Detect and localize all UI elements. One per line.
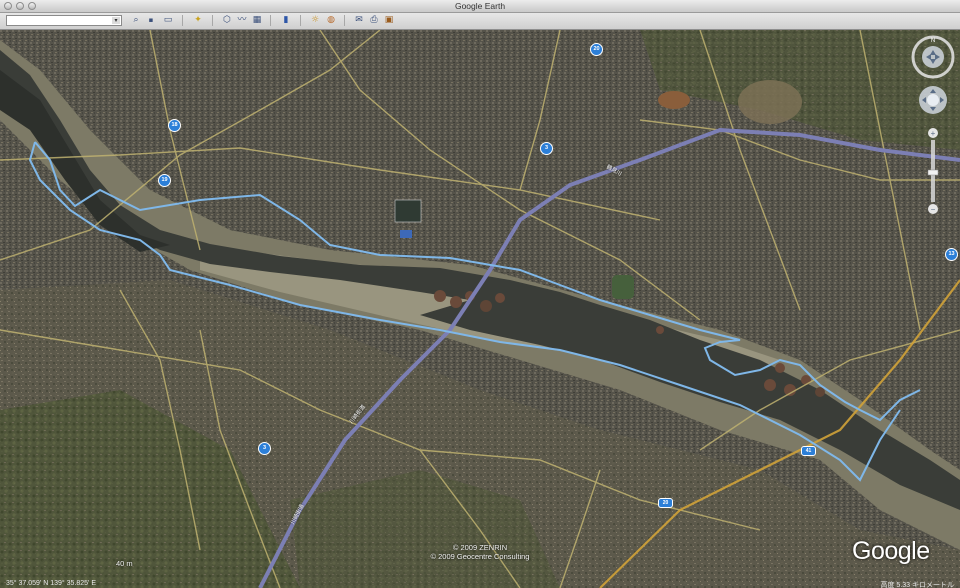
satellite-imagery[interactable] [0,30,960,588]
athletic-track [658,91,690,109]
route-badge: 3 [258,442,271,455]
search-options-icon[interactable]: ▪ [146,15,156,26]
google-logo: Google [852,537,930,565]
blue-roof [400,230,412,238]
route-badge: 18 [168,119,181,132]
toolbar-divider [344,15,345,26]
zoom-in-icon[interactable]: + [931,129,936,138]
sports-field [612,275,634,299]
elevation-readout: 40 m [116,559,133,568]
historical-imagery-icon[interactable]: ☼ [308,15,322,26]
toolbar-divider [182,15,183,26]
search-field[interactable]: ▾ [6,15,122,26]
golf-course [738,80,802,124]
coordinates-readout: 35° 37.059' N 139° 35.825' E [6,580,97,587]
chevron-down-icon[interactable]: ▾ [112,17,120,24]
look-joystick[interactable]: N [911,35,955,79]
map-view[interactable]: N + − [0,30,960,588]
altitude-readout: 高度 5.33 キロメートル [880,582,954,588]
placemark-icon[interactable]: ✦ [190,15,206,26]
toolbar-divider [212,15,213,26]
sidebar-toggle-icon[interactable]: ▭ [160,15,176,26]
reservoir [394,199,422,223]
move-joystick[interactable] [919,86,947,114]
svg-text:N: N [931,38,935,44]
path-icon[interactable]: 〰 [235,15,249,26]
highway-badge: 20 [658,498,673,508]
polygon-icon[interactable]: ⬡ [220,15,234,26]
window-title: Google Earth [454,1,506,11]
print-icon[interactable]: ⎙ [367,15,381,26]
overlay-icon[interactable]: ▦ [250,15,264,26]
google-earth-window: Google Earth ▾ ⌕ ▪ ▭ ✦ ⬡ 〰 ▦ ▮ ☼ ◍ ✉ ⎙ ▣ [0,0,960,588]
record-tour-icon[interactable]: ▮ [279,15,293,26]
title-bar: Google Earth [0,0,960,13]
search-icon[interactable]: ⌕ [128,15,144,26]
copyright-geocentre: © 2009 Geocentre Consulting [430,552,530,561]
route-badge: 19 [158,174,171,187]
copyright-zenrin: © 2009 ZENRIN [452,543,508,552]
navigation-controls[interactable]: N + − [910,34,956,214]
zoom-slider[interactable]: + − [927,128,939,214]
email-icon[interactable]: ✉ [352,15,366,26]
route-badge: 3 [540,142,553,155]
zoom-out-icon[interactable]: − [931,205,936,214]
highway-badge: 41 [801,446,816,456]
save-image-icon[interactable]: ▣ [382,15,396,26]
route-badge: 13 [945,248,958,261]
toolbar: ▾ ⌕ ▪ ▭ ✦ ⬡ 〰 ▦ ▮ ☼ ◍ ✉ ⎙ ▣ [0,13,960,30]
toolbar-divider [270,15,271,26]
toolbar-divider [300,15,301,26]
route-badge: 20 [590,43,603,56]
sky-icon[interactable]: ◍ [324,15,338,26]
